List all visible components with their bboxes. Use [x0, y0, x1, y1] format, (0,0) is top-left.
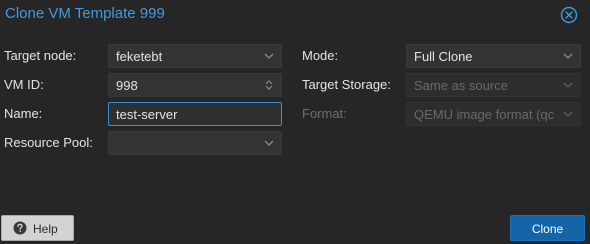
vm-id-spinner[interactable]: 998 [108, 73, 282, 97]
chevron-down-icon[interactable] [263, 137, 275, 149]
chevron-down-icon[interactable] [562, 108, 574, 120]
chevron-down-icon[interactable] [562, 50, 574, 62]
chevron-down-icon[interactable] [263, 50, 275, 62]
help-button-label: Help [33, 222, 58, 236]
vm-id-label: VM ID: [4, 77, 44, 92]
target-node-value: feketebt [116, 49, 163, 64]
resource-pool-label: Resource Pool: [4, 135, 93, 150]
name-value: test-server [116, 107, 178, 122]
mode-value: Full Clone [414, 49, 473, 64]
name-input[interactable]: test-server [108, 102, 282, 126]
name-label: Name: [4, 106, 43, 121]
chevron-down-icon[interactable] [562, 79, 574, 91]
clone-vm-dialog: Clone VM Template 999 Target node: feket… [0, 0, 590, 244]
clone-button-label: Clone [531, 222, 564, 236]
format-label: Format: [302, 106, 347, 121]
target-node-label: Target node: [4, 48, 77, 63]
format-value: QEMU image format (qc [414, 107, 555, 122]
resource-pool-select[interactable] [108, 131, 282, 155]
question-circle-icon [13, 221, 27, 235]
clone-button[interactable]: Clone [510, 215, 585, 241]
dialog-titlebar: Clone VM Template 999 [0, 0, 590, 32]
target-node-select[interactable]: feketebt [108, 44, 282, 68]
target-storage-label: Target Storage: [302, 77, 391, 92]
dialog-title: Clone VM Template 999 [5, 5, 165, 22]
format-select[interactable]: QEMU image format (qc [406, 102, 581, 126]
mode-label: Mode: [302, 48, 339, 63]
close-icon[interactable] [560, 6, 578, 24]
mode-select[interactable]: Full Clone [406, 44, 581, 68]
target-storage-select[interactable]: Same as source [406, 73, 581, 97]
help-button[interactable]: Help [1, 215, 74, 241]
spinner-arrows-icon[interactable] [263, 79, 275, 91]
target-storage-value: Same as source [414, 78, 508, 93]
vm-id-value: 998 [116, 78, 138, 93]
